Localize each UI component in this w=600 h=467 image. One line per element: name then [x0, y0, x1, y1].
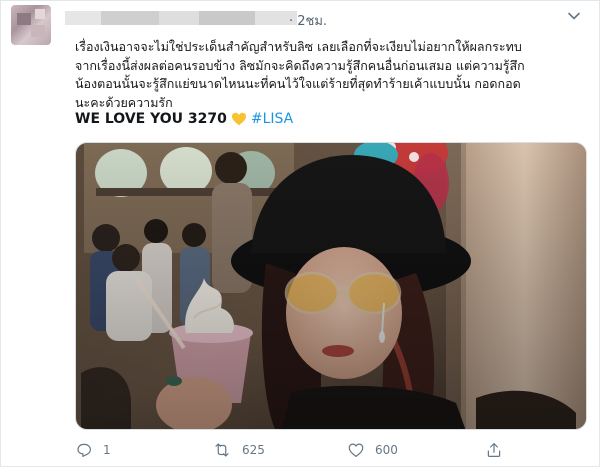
retweet-action[interactable]: 625: [212, 441, 265, 459]
reply-icon[interactable]: [75, 441, 93, 459]
share-icon[interactable]: [485, 441, 503, 459]
hashtag-link[interactable]: #LISA: [251, 111, 293, 127]
reply-action[interactable]: 1: [75, 441, 111, 459]
tweet-timestamp[interactable]: · 2ชม.: [289, 10, 327, 31]
love-text: WE LOVE YOU 3270: [75, 111, 227, 127]
tweet-love-line: WE LOVE YOU 3270 #LISA: [75, 111, 293, 127]
blurred-username[interactable]: [65, 11, 297, 25]
heart-icon[interactable]: [347, 441, 365, 459]
tweet-text-line: เรื่องเงินอาจจะไม่ใช่ประเด็นสำคัญสำหรับล…: [75, 39, 522, 54]
avatar[interactable]: [11, 5, 51, 45]
tweet-actions: 1 625 600: [75, 441, 585, 463]
tweet-text-line: จากเรื่องนี้ส่งผลต่อคนรอบข้าง ลิซมักจะคิ…: [75, 57, 525, 73]
tweet-text-line: นะคะด้วยความรัก: [75, 94, 173, 110]
photo-illustration: [76, 143, 586, 429]
yellow-heart-icon: [231, 111, 247, 127]
tweet-text: เรื่องเงินอาจจะไม่ใช่ประเด็นสำคัญสำหรับล…: [75, 38, 585, 112]
retweet-icon[interactable]: [212, 441, 232, 459]
tweet-photo[interactable]: [75, 142, 587, 430]
tweet-card: · 2ชม. เรื่องเงินอาจจะไม่ใช่ประเด็นสำคัญ…: [0, 0, 600, 467]
retweet-count: 625: [242, 443, 265, 457]
like-action[interactable]: 600: [347, 441, 398, 459]
reply-count: 1: [103, 443, 111, 457]
like-count: 600: [375, 443, 398, 457]
share-action[interactable]: [485, 441, 503, 459]
tweet-text-line: น้องตอนนั้นจะรู้สึกแย่ขนาดไหนนะที่คนไว้ใ…: [75, 76, 521, 91]
chevron-down-icon[interactable]: [565, 7, 583, 25]
